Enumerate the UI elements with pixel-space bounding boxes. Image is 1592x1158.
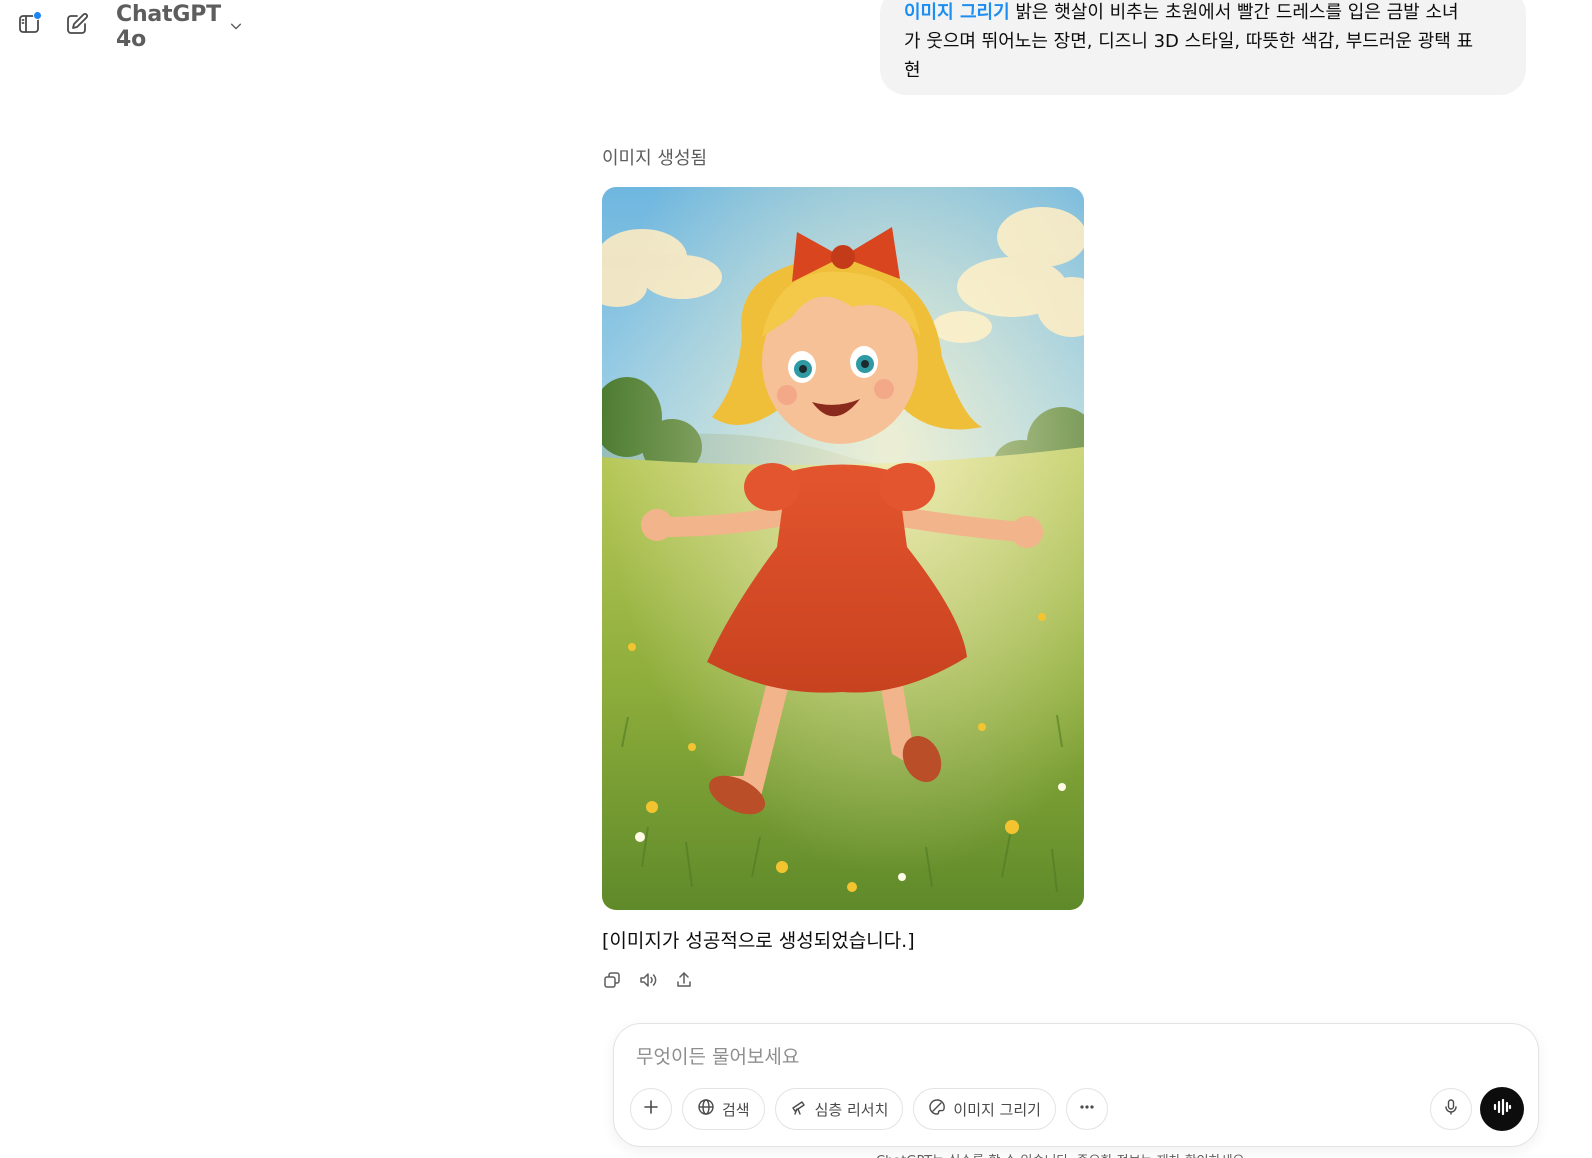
model-picker[interactable]: ChatGPT 4o: [110, 2, 249, 52]
girl-in-meadow-illustration: [602, 187, 1084, 910]
new-chat-icon: [65, 12, 89, 40]
create-image-button[interactable]: 이미지 그리기: [913, 1088, 1056, 1130]
user-message-line: 이미지 그리기 밝은 햇살이 비추는 초원에서 빨간 드레스를 입은 금발 소녀: [904, 0, 1504, 27]
notification-dot: [33, 11, 42, 20]
share-button[interactable]: [672, 970, 696, 994]
prompt-input[interactable]: [636, 1040, 1496, 1074]
share-icon: [674, 970, 694, 994]
chevron-down-icon: [229, 18, 243, 37]
read-aloud-icon: [638, 970, 658, 994]
create-image-label: 이미지 그리기: [953, 1100, 1041, 1119]
message-action-row: [600, 970, 696, 994]
user-message-line: 현: [904, 60, 921, 81]
globe-icon: [697, 1098, 715, 1120]
user-message-line: 가 웃으며 뛰어노는 장면, 디즈니 3D 스타일, 따뜻한 색감, 부드러운 …: [904, 31, 1474, 52]
plus-icon: [642, 1098, 660, 1120]
image-generated-label: 이미지 생성됨: [602, 148, 708, 169]
deep-research-button[interactable]: 심층 리서치: [774, 1088, 904, 1130]
dictate-button[interactable]: [1430, 1088, 1472, 1130]
model-name: ChatGPT 4o: [116, 2, 221, 52]
copy-icon: [602, 970, 622, 994]
generated-image[interactable]: [602, 187, 1084, 910]
sidebar-toggle-button[interactable]: [11, 8, 47, 44]
copy-button[interactable]: [600, 970, 624, 994]
user-message-bubble: 이미지 그리기 밝은 햇살이 비추는 초원에서 빨간 드레스를 입은 금발 소녀…: [880, 0, 1526, 95]
deep-research-label: 심층 리서치: [814, 1100, 889, 1119]
message-composer: 검색 심층 리서치 이미지 그리기: [613, 1023, 1539, 1147]
search-tool-button[interactable]: 검색: [682, 1088, 765, 1130]
search-tool-label: 검색: [722, 1100, 750, 1119]
microphone-icon: [1442, 1098, 1460, 1120]
image-result-text: [이미지가 성공적으로 생성되었습니다.]: [602, 930, 915, 952]
composer-tool-row: 검색 심층 리서치 이미지 그리기: [630, 1088, 1108, 1130]
voice-waveform-icon: [1491, 1096, 1513, 1122]
telescope-icon: [790, 1098, 808, 1120]
read-aloud-button[interactable]: [636, 970, 660, 994]
chat-page: ChatGPT 4o 이미지 그리기 밝은 햇살이 비추는 초원에서 빨간 드레…: [0, 0, 1592, 1158]
voice-mode-button[interactable]: [1480, 1087, 1524, 1131]
user-message-text: 밝은 햇살이 비추는 초원에서 빨간 드레스를 입은 금발 소녀: [1015, 2, 1459, 23]
more-horizontal-icon: [1078, 1098, 1096, 1120]
palette-icon: [928, 1098, 946, 1120]
create-image-tag: 이미지 그리기: [904, 2, 1010, 23]
new-chat-button[interactable]: [59, 8, 95, 44]
add-attachment-button[interactable]: [630, 1088, 672, 1130]
more-tools-button[interactable]: [1065, 1088, 1108, 1130]
footer-disclaimer: ChatGPT는 실수를 할 수 있습니다. 중요한 정보는 재차 확인하세요.: [876, 1150, 1249, 1158]
